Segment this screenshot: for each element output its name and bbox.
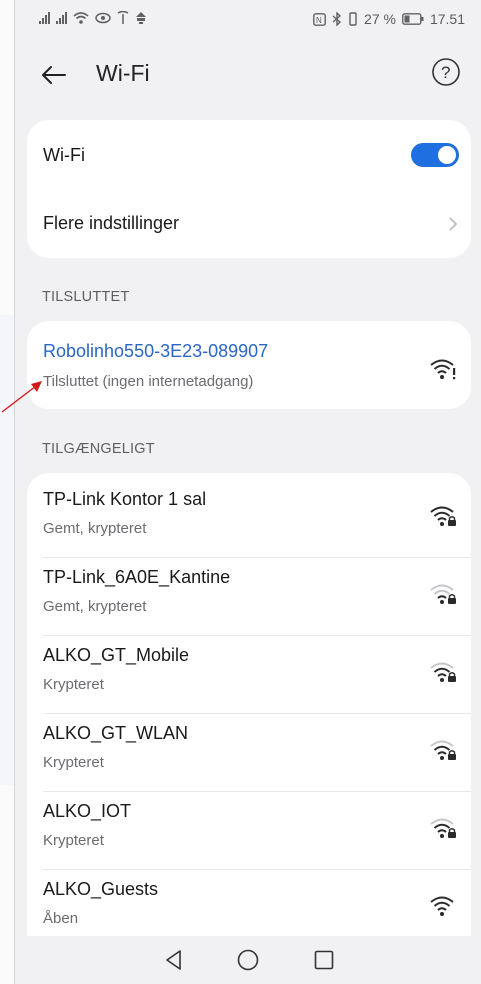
more-settings-label: Flere indstillinger [43,213,180,233]
connected-network[interactable]: Robolinho550-3E23-089907 Tilsluttet (ing… [27,325,471,403]
vibrate-icon [349,12,357,26]
network-name: ALKO_Guests [43,879,159,899]
network-status: Gemt, krypteret [43,598,147,615]
phone-screen: N 27 % 17.51 Wi-Fi ? Wi-Fi Flere indstil… [15,0,481,984]
annotation-arrow-icon [1,381,42,413]
available-section-label: TILGÆNGELIGT [42,441,155,457]
antenna-icon [117,11,129,24]
list-item-network[interactable]: ALKO_GT_Mobile Krypteret [27,635,471,713]
network-name: ALKO_IOT [43,801,132,821]
wifi-locked-icon [430,818,456,838]
svg-text:N: N [316,16,322,25]
network-status: Åben [43,910,79,927]
list-item-network[interactable]: ALKO_IOT Krypteret [27,791,471,869]
list-item-network[interactable]: ALKO_Guests Åben [27,869,471,936]
available-networks-card: TP-Link Kontor 1 sal Gemt, krypteret TP-… [27,473,471,936]
connected-card: Robolinho550-3E23-089907 Tilsluttet (ing… [27,321,471,409]
battery-icon [402,13,424,25]
network-name: ALKO_GT_WLAN [43,723,189,743]
wifi-toggle-row[interactable]: Wi-Fi [27,120,471,190]
status-left-icons [39,11,147,25]
connected-network-status: Tilsluttet (ingen internetadgang) [43,373,254,390]
wifi-settings-card: Wi-Fi Flere indstillinger [27,120,471,258]
square-recents-icon[interactable] [312,948,336,972]
eye-icon [95,12,111,24]
signal-icon [56,12,67,24]
bluetooth-icon [332,12,342,26]
clock: 17.51 [429,11,465,27]
list-item-network[interactable]: ALKO_GT_WLAN Krypteret [27,713,471,791]
status-right-icons: N 27 % 17.51 [313,11,465,27]
wifi-toggle[interactable] [411,143,459,167]
wifi-no-internet-icon [430,359,456,380]
wifi-locked-icon [430,740,456,760]
more-settings-row[interactable]: Flere indstillinger [27,190,471,258]
app-bar: Wi-Fi ? [15,48,481,104]
notification-icon [136,12,146,24]
network-name: ALKO_GT_Mobile [43,645,190,665]
triangle-back-icon[interactable] [162,948,186,972]
arrow-left-icon[interactable] [39,60,69,90]
network-status: Krypteret [43,754,104,771]
svg-text:?: ? [441,63,450,82]
battery-percent: 27 % [364,11,396,27]
status-bar: N 27 % 17.51 [15,0,481,40]
network-status: Krypteret [43,676,104,693]
wifi-locked-icon [430,584,456,604]
wifi-toggle-label: Wi-Fi [43,145,85,165]
connected-network-name: Robolinho550-3E23-089907 [43,341,269,361]
list-item-network[interactable]: TP-Link Kontor 1 sal Gemt, krypteret [27,479,471,557]
wifi-locked-icon [430,506,456,526]
connected-section-label: TILSLUTTET [42,289,130,305]
help-circle-icon[interactable]: ? [431,57,461,87]
nfc-icon: N [313,12,326,26]
network-status: Krypteret [43,832,104,849]
network-name: TP-Link_6A0E_Kantine [43,567,231,587]
page-title: Wi-Fi [96,60,150,86]
chevron-right-icon [449,217,458,231]
wifi-locked-icon [430,662,456,682]
network-name: TP-Link Kontor 1 sal [43,489,207,509]
list-item-network[interactable]: TP-Link_6A0E_Kantine Gemt, krypteret [27,557,471,635]
network-status: Gemt, krypteret [43,520,147,537]
navigation-bar [15,936,481,984]
wifi-icon [73,12,89,24]
signal-icon [39,12,50,24]
circle-home-icon[interactable] [236,948,260,972]
wifi-open-icon [430,896,454,916]
